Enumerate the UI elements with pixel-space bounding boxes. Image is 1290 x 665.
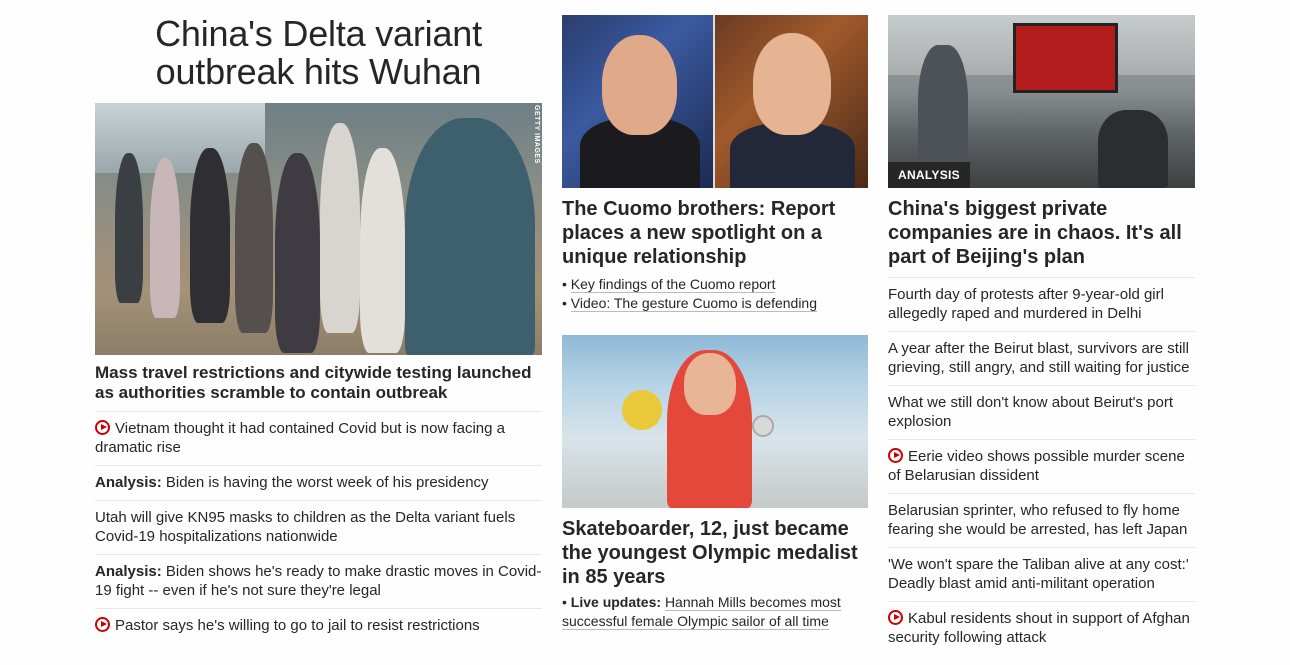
story-text: Kabul residents shout in support of Afgh… [888, 610, 1190, 646]
play-circle-icon [888, 448, 903, 463]
story-text: Biden shows he's ready to make drastic m… [95, 563, 542, 599]
story-text: Eerie video shows possible murder scene … [888, 448, 1185, 484]
list-item[interactable]: Vietnam thought it had contained Covid b… [95, 411, 542, 465]
story-text: A year after the Beirut blast, survivors… [888, 340, 1190, 376]
list-item[interactable]: Belarusian sprinter, who refused to fly … [888, 493, 1195, 547]
list-item[interactable]: A year after the Beirut blast, survivors… [888, 331, 1195, 385]
list-item[interactable]: Analysis: Biden is having the worst week… [95, 465, 542, 500]
story-text: Biden is having the worst week of his pr… [161, 474, 489, 491]
skate-headline[interactable]: Skateboarder, 12, just became the younge… [562, 517, 868, 589]
lead-image[interactable]: GETTY IMAGES [95, 103, 542, 355]
story-text: 'We won't spare the Taliban alive at any… [888, 556, 1189, 592]
cuomo-headline[interactable]: The Cuomo brothers: Report places a new … [562, 197, 868, 269]
list-item[interactable]: Analysis: Biden shows he's ready to make… [95, 554, 542, 608]
cuomo-link-2[interactable]: • Video: The gesture Cuomo is defending [562, 294, 868, 313]
play-circle-icon [888, 610, 903, 625]
china-headline[interactable]: China's biggest private companies are in… [888, 197, 1195, 269]
cuomo-image[interactable] [562, 15, 868, 188]
story-text: What we still don't know about Beirut's … [888, 394, 1174, 430]
list-item[interactable]: Utah will give KN95 masks to children as… [95, 500, 542, 554]
play-circle-icon [95, 617, 110, 632]
story-text: Fourth day of protests after 9-year-old … [888, 286, 1164, 322]
lead-column: China's Delta variant outbreak hits Wuha… [95, 0, 542, 643]
list-item[interactable]: What we still don't know about Beirut's … [888, 385, 1195, 439]
image-credit: GETTY IMAGES [533, 105, 540, 164]
skate-links: • Live updates: Hannah Mills becomes mos… [562, 593, 868, 631]
list-item[interactable]: Fourth day of protests after 9-year-old … [888, 277, 1195, 331]
right-column: ANALYSIS China's biggest private compani… [888, 0, 1195, 655]
list-item[interactable]: Pastor says he's willing to go to jail t… [95, 608, 542, 643]
middle-column: The Cuomo brothers: Report places a new … [562, 0, 868, 631]
story-text: Vietnam thought it had contained Covid b… [95, 420, 505, 456]
play-circle-icon [95, 420, 110, 435]
china-image[interactable]: ANALYSIS [888, 15, 1195, 188]
list-item[interactable]: Eerie video shows possible murder scene … [888, 439, 1195, 493]
lead-title[interactable]: China's Delta variant outbreak hits Wuha… [95, 15, 542, 91]
story-text: Belarusian sprinter, who refused to fly … [888, 502, 1188, 538]
story-text: Utah will give KN95 masks to children as… [95, 509, 516, 545]
skateboarder-image[interactable] [562, 335, 868, 508]
cuomo-link-1[interactable]: • Key findings of the Cuomo report [562, 275, 868, 294]
cuomo-links: • Key findings of the Cuomo report • Vid… [562, 275, 868, 313]
story-label: Analysis: [95, 474, 162, 491]
right-story-list: Fourth day of protests after 9-year-old … [888, 277, 1195, 655]
list-item[interactable]: 'We won't spare the Taliban alive at any… [888, 547, 1195, 601]
lead-headline[interactable]: Mass travel restrictions and citywide te… [95, 363, 542, 403]
story-text: Pastor says he's willing to go to jail t… [115, 617, 480, 634]
analysis-badge: ANALYSIS [888, 162, 970, 188]
lead-story-list: Vietnam thought it had contained Covid b… [95, 411, 542, 643]
skate-live-link[interactable]: • Live updates: Hannah Mills becomes mos… [562, 593, 868, 631]
list-item[interactable]: Kabul residents shout in support of Afgh… [888, 601, 1195, 655]
story-label: Analysis: [95, 563, 162, 580]
